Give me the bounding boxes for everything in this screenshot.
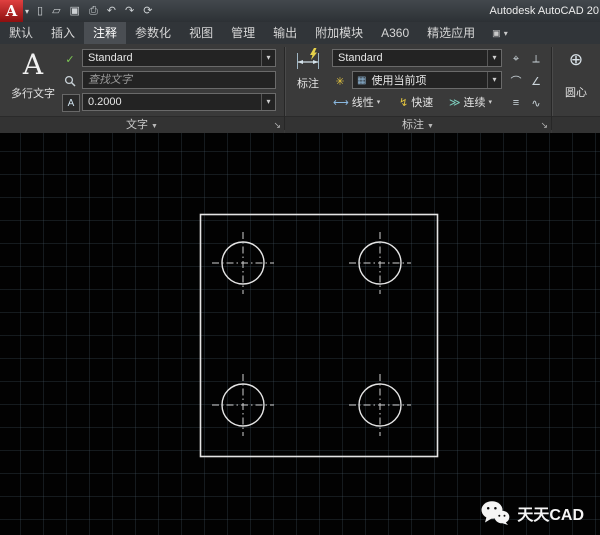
- dim-jogged-icon[interactable]: ∿: [528, 95, 544, 111]
- layer-icon: ▦: [357, 74, 367, 86]
- dim-baseline-icon[interactable]: ≡: [508, 95, 524, 111]
- dim-style-value: Standard: [338, 52, 383, 64]
- search-icon-glyph: [64, 75, 76, 87]
- dimension-button[interactable]: 标注: [288, 47, 328, 91]
- dimension-panel-launcher-icon[interactable]: ↘: [540, 119, 548, 131]
- watermark-text: 天天CAD: [517, 506, 584, 524]
- dim-angular-icon[interactable]: ∠: [528, 73, 544, 89]
- refresh-icon[interactable]: ⟳: [143, 0, 152, 22]
- linear-dim-icon: ⟷: [333, 96, 349, 109]
- open-icon[interactable]: ▱: [52, 0, 60, 22]
- chevron-down-icon: ▾: [488, 99, 493, 106]
- plot-icon[interactable]: ⎙: [89, 0, 98, 22]
- wechat-icon: [481, 501, 510, 525]
- centerline-panel: ⊕ 圆心: [552, 44, 600, 133]
- undo-icon[interactable]: ↶: [107, 0, 116, 22]
- text-height-combo[interactable]: 0.2000 ▾: [82, 93, 276, 111]
- continue-dim-icon: ≫: [449, 96, 461, 109]
- dim-layer-value: 使用当前项: [371, 75, 427, 87]
- continue-dim-label: 连续: [463, 97, 486, 109]
- chevron-down-icon: ▾: [503, 28, 508, 38]
- find-text-input[interactable]: [82, 71, 276, 89]
- chevron-down-icon: ▾: [261, 50, 275, 66]
- text-panel: A 多行文字 ✓ Standard ▾ A 0.2000 ▾ 文字: [0, 44, 284, 133]
- dimension-icon: [297, 48, 319, 69]
- tab-view[interactable]: 视图: [180, 22, 222, 44]
- center-mark-label[interactable]: 圆心: [552, 84, 600, 100]
- panel-dropdown-icon: ▼: [427, 123, 434, 130]
- dim-arc-length-icon[interactable]: ⌒: [508, 73, 524, 89]
- autocad-window: A ▾ ▯ ▱ ▣ ⎙ ↶ ↷ ⟳ Autodesk AutoCAD 20 默认…: [0, 0, 600, 535]
- tab-a360[interactable]: A360: [372, 22, 418, 44]
- ribbon-display-icon: ▣: [492, 27, 501, 38]
- dim-layer-override-icon[interactable]: ✳: [332, 73, 348, 89]
- titlebar: A ▾ ▯ ▱ ▣ ⎙ ↶ ↷ ⟳ Autodesk AutoCAD 20: [0, 0, 600, 22]
- quick-dim-button[interactable]: ↯ 快速: [396, 93, 450, 111]
- dim-perpendicular-icon[interactable]: ⟂: [528, 51, 544, 67]
- tab-parametric[interactable]: 参数化: [126, 22, 180, 44]
- watermark: 天天CAD: [480, 500, 584, 525]
- continue-dim-button[interactable]: ≫ 连续 ▾: [446, 93, 510, 111]
- quick-access-toolbar: ▯ ▱ ▣ ⎙ ↶ ↷ ⟳: [37, 0, 152, 22]
- quick-dim-label: 快速: [411, 97, 434, 109]
- chevron-down-icon: ▾: [487, 72, 501, 88]
- panel-dropdown-icon: ▼: [151, 123, 158, 130]
- linear-dim-button[interactable]: ⟷ 线性 ▾: [330, 93, 400, 111]
- dimension-panel: 标注 Standard ▾ ✳ ▦ 使用当前项 ▾ ⟷ 线性 ▾ ↯ 快速 ≫ …: [285, 44, 551, 133]
- redo-icon[interactable]: ↷: [125, 0, 134, 22]
- text-height-value: 0.2000: [88, 96, 122, 108]
- mtext-button[interactable]: A 多行文字: [6, 47, 60, 101]
- dimension-label: 标注: [297, 78, 319, 90]
- tab-addins[interactable]: 附加模块: [306, 22, 372, 44]
- ribbon-display-toggle[interactable]: ▣ ▾: [492, 22, 508, 44]
- app-logo[interactable]: A: [0, 0, 23, 22]
- text-panel-launcher-icon[interactable]: ↘: [273, 119, 281, 131]
- tab-annotate[interactable]: 注释: [84, 22, 127, 44]
- dim-center-mark-icon[interactable]: ⌖: [508, 51, 524, 67]
- centerline-panel-title: [552, 116, 600, 133]
- dimension-panel-title[interactable]: 标注 ▼ ↘: [285, 116, 551, 133]
- ribbon-tab-bar: 默认 插入 注释 参数化 视图 管理 输出 附加模块 A360 精选应用 ▣ ▾: [0, 22, 600, 44]
- chevron-down-icon: ▾: [261, 94, 275, 110]
- save-icon[interactable]: ▣: [70, 0, 80, 22]
- app-menu-chevron-icon[interactable]: ▾: [25, 7, 29, 16]
- text-height-icon[interactable]: A: [62, 94, 80, 112]
- center-mark-icon[interactable]: ⊕: [552, 50, 600, 70]
- text-style-combo[interactable]: Standard ▾: [82, 49, 276, 67]
- text-style-value: Standard: [88, 52, 133, 64]
- linear-dim-label: 线性: [351, 97, 374, 109]
- dim-style-combo[interactable]: Standard ▾: [332, 49, 502, 67]
- chevron-down-icon: ▾: [376, 99, 381, 106]
- dim-layer-combo[interactable]: ▦ 使用当前项 ▾: [352, 71, 502, 89]
- spell-check-icon[interactable]: ✓: [62, 51, 78, 67]
- chevron-down-icon: ▾: [487, 50, 501, 66]
- tab-default[interactable]: 默认: [0, 22, 42, 44]
- tab-output[interactable]: 输出: [264, 22, 306, 44]
- ribbon: A 多行文字 ✓ Standard ▾ A 0.2000 ▾ 文字: [0, 44, 600, 134]
- drawing-viewport[interactable]: 天天CAD: [0, 133, 600, 535]
- tab-manage[interactable]: 管理: [222, 22, 264, 44]
- quick-dim-icon: ↯: [399, 96, 409, 109]
- cad-drawing: [199, 213, 439, 458]
- mtext-label: 多行文字: [11, 88, 55, 100]
- app-logo-letter: A: [5, 2, 18, 20]
- new-icon[interactable]: ▯: [37, 0, 43, 22]
- window-title: Autodesk AutoCAD 20: [489, 5, 599, 17]
- text-panel-title[interactable]: 文字 ▼ ↘: [0, 116, 284, 133]
- tab-insert[interactable]: 插入: [42, 22, 84, 44]
- mtext-icon: A: [22, 48, 44, 81]
- search-icon[interactable]: [62, 73, 78, 89]
- tab-featured-apps[interactable]: 精选应用: [418, 22, 484, 44]
